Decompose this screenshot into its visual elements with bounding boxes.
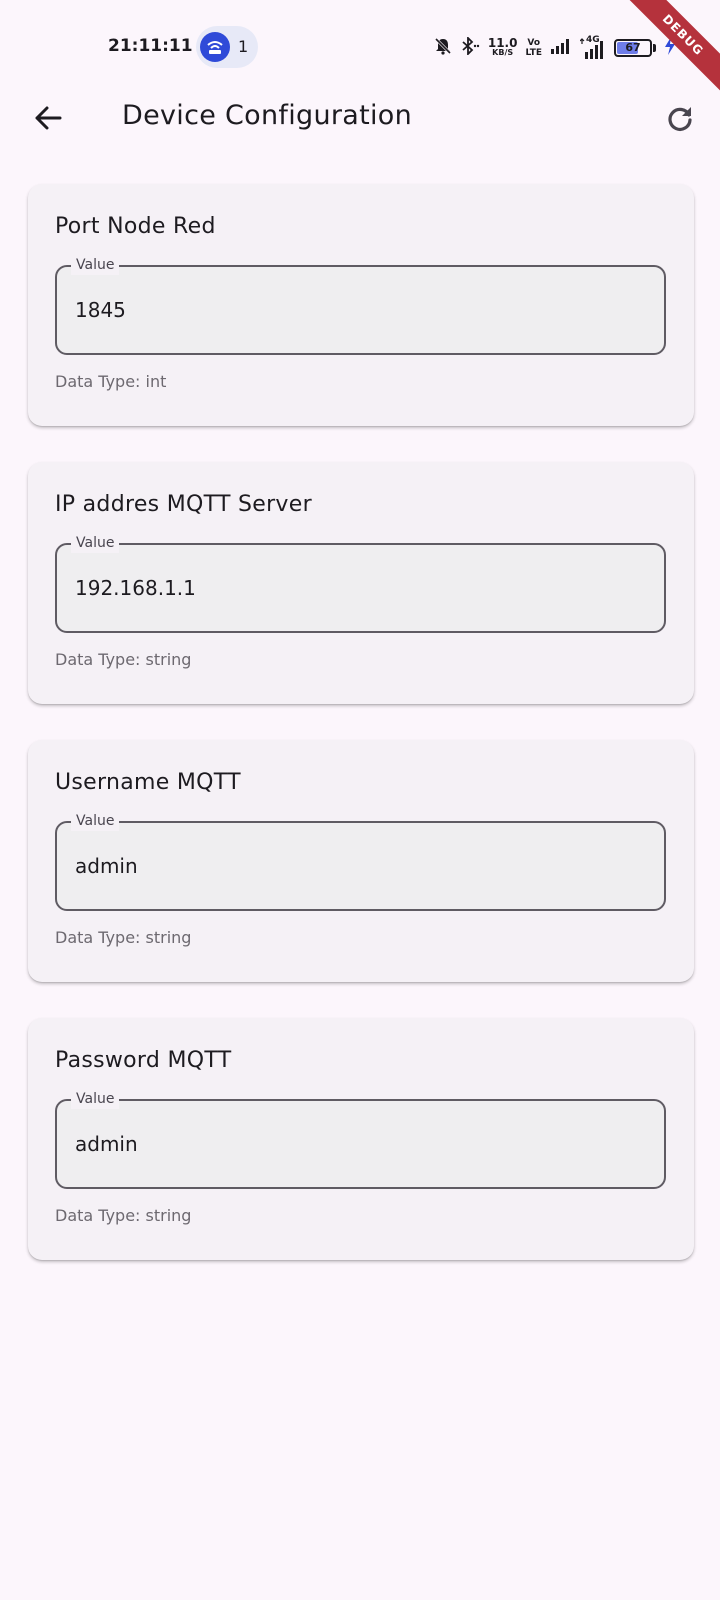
refresh-icon [668,107,692,131]
status-icons: 11.0 KB/S Vo LTE 4G 67 [434,34,676,62]
value-field[interactable]: Value [55,811,666,911]
value-input[interactable] [75,1123,635,1165]
value-input[interactable] [75,845,635,887]
mute-bell-icon [434,37,452,59]
field-label: Value [71,1089,120,1109]
volte-top: Vo [527,38,541,48]
field-label: Value [71,533,120,553]
config-title: Password MQTT [55,1048,232,1073]
volte-bottom: LTE [525,48,542,58]
battery-tip [653,44,656,52]
page-title: Device Configuration [122,100,413,131]
value-field[interactable]: Value [55,255,666,355]
config-card-username: Username MQTT Value Data Type: string [28,740,694,982]
data-type-label: Data Type: string [55,928,192,947]
value-field[interactable]: Value [55,533,666,633]
config-title: IP addres MQTT Server [55,492,312,517]
config-title: Port Node Red [55,214,216,239]
net-speed-value: 11.0 [487,36,518,50]
refresh-button[interactable] [658,96,702,140]
value-input[interactable] [75,567,635,609]
battery-level: 67 [625,41,641,54]
config-title: Username MQTT [55,770,241,795]
net-speed-unit: KB/S [492,48,514,57]
back-button[interactable] [26,96,70,140]
battery-body: 67 [614,39,652,57]
signal-icon [550,38,572,58]
field-label: Value [71,811,120,831]
hotspot-icon [200,32,230,62]
data-type-label: Data Type: int [55,372,167,391]
data-type-label: Data Type: string [55,650,192,669]
signal-4g-icon: 4G [580,35,606,59]
status-bar: 21:11:11 1 11.0 KB/S Vo LTE 4G 67 DEBUG [0,0,720,98]
status-time: 21:11:11 [108,36,193,56]
bluetooth-icon [460,35,480,59]
value-input[interactable] [75,289,635,331]
arrow-back-icon [35,106,62,130]
config-card-ip-address: IP addres MQTT Server Value Data Type: s… [28,462,694,704]
value-field[interactable]: Value [55,1089,666,1189]
app-bar: Device Configuration [0,84,720,152]
hotspot-count: 1 [238,37,249,56]
volte-indicator: Vo LTE [525,38,542,58]
hotspot-indicator[interactable]: 1 [196,26,258,68]
net-speed: 11.0 KB/S [487,36,518,58]
field-label: Value [71,255,120,275]
battery-icon: 67 [614,39,656,57]
data-type-label: Data Type: string [55,1206,192,1225]
config-card-password: Password MQTT Value Data Type: string [28,1018,694,1260]
config-card-port-node-red: Port Node Red Value Data Type: int [28,184,694,426]
